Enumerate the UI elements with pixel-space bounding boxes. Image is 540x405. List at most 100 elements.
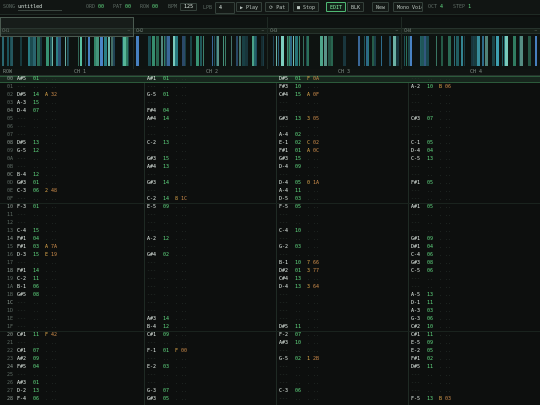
effect-cell[interactable]: . [307, 244, 310, 251]
effect-value-cell[interactable]: .. [51, 372, 57, 379]
instrument-cell[interactable]: .. [427, 220, 433, 227]
note-cell[interactable]: --- [411, 108, 420, 115]
effect-cell[interactable]: . [175, 268, 178, 275]
effect-value-cell[interactable]: .. [181, 396, 187, 403]
row-number[interactable]: 28 [3, 396, 13, 403]
effect-value-cell[interactable]: .. [181, 388, 187, 395]
note-cell[interactable]: --- [411, 228, 420, 235]
note-cell[interactable]: C-3 [17, 188, 26, 195]
effect-value-cell[interactable]: .. [313, 300, 319, 307]
effect-value-cell[interactable]: .. [445, 388, 451, 395]
effect-cell[interactable]: . [45, 340, 48, 347]
effect-value-cell[interactable]: .. [445, 148, 451, 155]
effect-value-cell[interactable]: .. [313, 212, 319, 219]
note-cell[interactable]: A#2 [17, 356, 26, 363]
instrument-cell[interactable]: .. [427, 92, 433, 99]
note-cell[interactable]: F#1 [411, 356, 420, 363]
effect-value-cell[interactable]: .. [313, 228, 319, 235]
instrument-cell[interactable]: .. [163, 340, 169, 347]
effect-cell[interactable]: . [439, 348, 442, 355]
effect-value-cell[interactable]: .. [445, 116, 451, 123]
row-number[interactable]: 20 [3, 332, 13, 339]
instrument-cell[interactable]: .. [163, 228, 169, 235]
effect-cell[interactable]: . [307, 212, 310, 219]
instrument-cell[interactable]: 15 [295, 156, 301, 163]
effect-value-cell[interactable]: .. [181, 324, 187, 331]
note-cell[interactable]: --- [147, 148, 156, 155]
note-cell[interactable]: --- [411, 212, 420, 219]
effect-cell[interactable]: . [175, 180, 178, 187]
effect-value-cell[interactable]: .. [181, 204, 187, 211]
effect-cell[interactable]: . [175, 396, 178, 403]
effect-cell[interactable]: . [439, 140, 442, 147]
effect-cell[interactable]: F [175, 348, 178, 355]
note-cell[interactable]: --- [279, 372, 288, 379]
effect-cell[interactable]: . [175, 356, 178, 363]
effect-cell[interactable]: . [307, 100, 310, 107]
instrument-cell[interactable]: .. [163, 292, 169, 299]
effect-cell[interactable]: . [175, 292, 178, 299]
sample-select[interactable]: Mono Voice [393, 2, 423, 12]
effect-value-cell[interactable]: .. [181, 108, 187, 115]
note-cell[interactable]: --- [147, 372, 156, 379]
instrument-cell[interactable]: 12 [163, 236, 169, 243]
instrument-cell[interactable]: .. [163, 212, 169, 219]
note-cell[interactable]: --- [279, 292, 288, 299]
row-number[interactable]: 1C [3, 300, 13, 307]
note-cell[interactable]: D#2 [279, 268, 288, 275]
note-cell[interactable]: --- [411, 92, 420, 99]
row-number[interactable]: 05 [3, 116, 13, 123]
octave-value[interactable]: 4 [440, 4, 443, 10]
effect-cell[interactable]: . [439, 284, 442, 291]
effect-value-cell[interactable]: .. [445, 228, 451, 235]
note-cell[interactable]: G#3 [147, 180, 156, 187]
note-cell[interactable]: --- [17, 116, 26, 123]
note-cell[interactable]: G-5 [17, 148, 26, 155]
effect-value-cell[interactable]: .. [313, 164, 319, 171]
effect-cell[interactable]: 0 [307, 180, 310, 187]
effect-value-cell[interactable]: .. [445, 372, 451, 379]
effect-value-cell[interactable]: .. [445, 100, 451, 107]
effect-cell[interactable]: . [45, 100, 48, 107]
instrument-cell[interactable]: .. [295, 348, 301, 355]
effect-value-cell[interactable]: 1A [313, 180, 319, 187]
effect-value-cell[interactable]: .. [51, 340, 57, 347]
effect-value-cell[interactable]: .. [445, 380, 451, 387]
note-cell[interactable]: B-4 [17, 172, 26, 179]
effect-value-cell[interactable]: .. [181, 84, 187, 91]
effect-cell[interactable]: . [439, 300, 442, 307]
effect-cell[interactable]: . [439, 380, 442, 387]
effect-cell[interactable]: . [45, 124, 48, 131]
effect-cell[interactable]: . [439, 276, 442, 283]
effect-cell[interactable]: . [307, 108, 310, 115]
note-cell[interactable]: --- [147, 292, 156, 299]
instrument-cell[interactable]: .. [33, 220, 39, 227]
instrument-cell[interactable]: 15 [295, 92, 301, 99]
effect-cell[interactable]: . [439, 388, 442, 395]
effect-cell[interactable]: . [175, 364, 178, 371]
instrument-cell[interactable]: 06 [33, 188, 39, 195]
instrument-cell[interactable]: 04 [33, 364, 39, 371]
effect-cell[interactable]: . [175, 212, 178, 219]
row-number[interactable]: 09 [3, 148, 13, 155]
effect-value-cell[interactable]: .. [445, 364, 451, 371]
effect-cell[interactable]: . [307, 348, 310, 355]
instrument-cell[interactable]: 12 [33, 172, 39, 179]
effect-value-cell[interactable]: 77 [313, 268, 319, 275]
note-cell[interactable]: C-2 [147, 140, 156, 147]
note-cell[interactable]: C#4 [279, 276, 288, 283]
effect-value-cell[interactable]: 64 [313, 284, 319, 291]
instrument-cell[interactable]: .. [427, 284, 433, 291]
channel-header-2[interactable]: CH 2 [206, 69, 218, 76]
instrument-cell[interactable]: 07 [33, 348, 39, 355]
instrument-cell[interactable]: 04 [33, 236, 39, 243]
effect-cell[interactable]: . [175, 388, 178, 395]
bpm-input[interactable]: 125 [180, 3, 198, 11]
effect-cell[interactable]: . [45, 76, 48, 83]
effect-value-cell[interactable]: 0C [313, 148, 319, 155]
effect-cell[interactable]: . [175, 308, 178, 315]
effect-value-cell[interactable]: .. [51, 276, 57, 283]
note-cell[interactable]: --- [279, 252, 288, 259]
note-cell[interactable]: G#3 [411, 260, 420, 267]
effect-cell[interactable]: . [45, 356, 48, 363]
